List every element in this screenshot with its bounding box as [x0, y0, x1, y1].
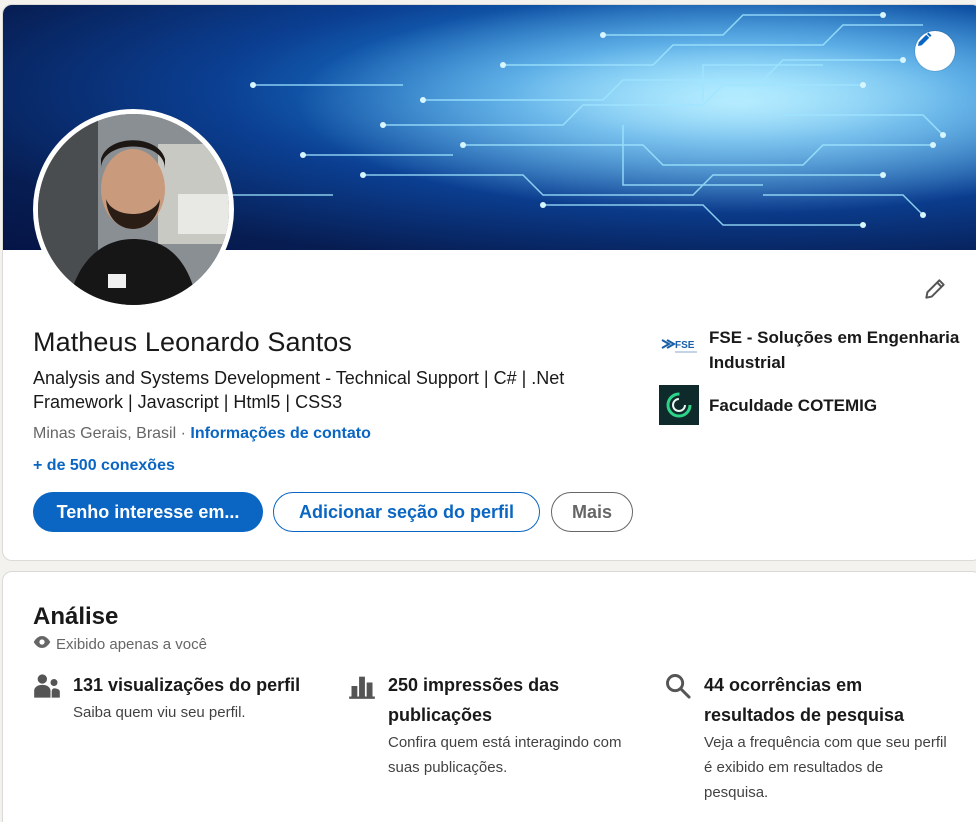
contact-info-link[interactable]: Informações de contato [190, 425, 370, 442]
cotemig-logo-icon [659, 385, 699, 425]
metric-post-impressions[interactable]: 250 impressões das publicações Confira q… [348, 670, 633, 780]
eye-icon [33, 635, 56, 653]
organization-fse[interactable]: FSE FSE - Soluções em Engenharia Industr… [659, 325, 969, 375]
organization-name: Faculdade COTEMIG [709, 396, 878, 415]
visibility-text: Exibido apenas a você [56, 635, 207, 653]
analytics-card: Análise Exibido apenas a você 131 visual… [2, 571, 976, 822]
metric-description: Saiba quem viu seu perfil. [73, 704, 246, 721]
metric-description: Veja a frequência com que seu perfil é e… [704, 734, 947, 801]
organization-cotemig[interactable]: Faculdade COTEMIG [659, 385, 969, 425]
separator: · [176, 425, 191, 442]
more-button[interactable]: Mais [551, 492, 633, 532]
metric-search-appearances[interactable]: 44 ocorrências em resultados de pesquisa… [664, 670, 949, 805]
metric-title: 44 ocorrências em resultados de pesquisa [704, 675, 905, 725]
profile-photo[interactable] [33, 109, 234, 310]
edit-intro-button[interactable] [919, 275, 951, 307]
people-icon [33, 672, 63, 702]
profile-card: Matheus Leonardo Santos Analysis and Sys… [2, 4, 976, 561]
profile-headline: Analysis and Systems Development - Techn… [33, 368, 565, 412]
pencil-icon [922, 276, 948, 307]
fse-logo-icon: FSE [659, 325, 699, 365]
analytics-visibility: Exibido apenas a você [33, 635, 207, 653]
avatar [38, 114, 229, 305]
metric-title: 131 visualizações do perfil [73, 675, 301, 695]
location-line: Minas Gerais, Brasil · Informações de co… [33, 425, 371, 443]
metric-description: Confira quem está interagindo com suas p… [388, 734, 622, 776]
search-icon [664, 672, 694, 702]
location-text: Minas Gerais, Brasil [33, 425, 177, 442]
open-to-button[interactable]: Tenho interesse em... [33, 492, 263, 532]
analytics-title: Análise [33, 603, 119, 630]
connections-link[interactable]: + de 500 conexões [33, 457, 175, 475]
organization-name: FSE - Soluções em Engenharia Industrial [709, 328, 960, 372]
profile-name: Matheus Leonardo Santos [33, 327, 353, 357]
metric-title: 250 impressões das publicações [388, 675, 560, 725]
metric-profile-views[interactable]: 131 visualizações do perfil Saiba quem v… [33, 670, 318, 725]
edit-banner-button[interactable] [915, 31, 955, 71]
add-profile-section-button[interactable]: Adicionar seção do perfil [273, 492, 540, 532]
svg-text:FSE: FSE [675, 340, 695, 351]
bar-chart-icon [348, 672, 378, 702]
